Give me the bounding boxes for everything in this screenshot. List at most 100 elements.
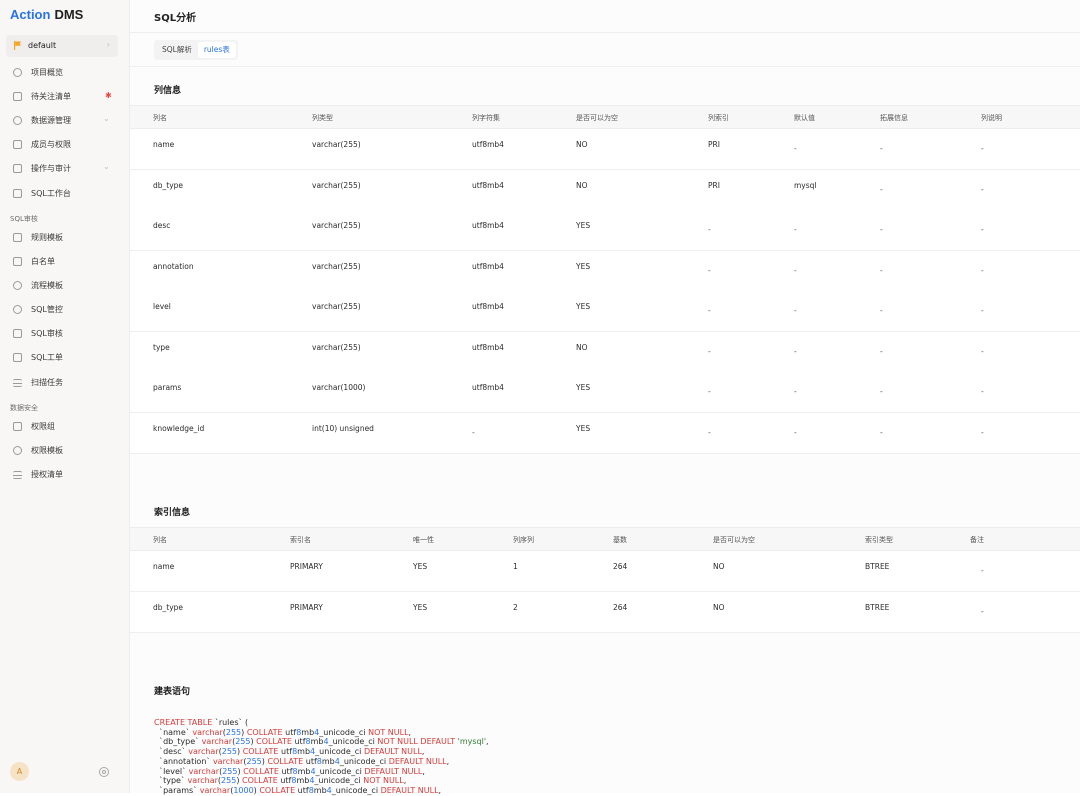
table-cell: - xyxy=(981,184,984,194)
ddl-line: `params` varchar(1000) COLLATE utf8mb4_u… xyxy=(154,785,442,795)
nav-item-project-overview[interactable]: 项目概览 xyxy=(0,63,128,83)
tab-sql-parse[interactable]: SQL解析 xyxy=(156,42,198,58)
nav-item-permission-group[interactable]: 权限组 xyxy=(0,417,128,437)
nav-label: SQL管控 xyxy=(31,305,63,314)
table-cell: varchar(255) xyxy=(312,342,361,352)
table-cell: YES xyxy=(576,261,591,271)
nav-label: SQL工作台 xyxy=(31,189,71,198)
nav-item-operations-audit[interactable]: 操作与审计 ⌄ xyxy=(0,159,128,179)
table-cell: - xyxy=(880,306,883,315)
table-row[interactable]: annotation varchar(255) utf8mb4 YES - - - - xyxy=(130,250,1080,292)
sql-control-icon xyxy=(13,305,22,314)
ddl-line: `name` varchar(255) COLLATE utf8mb4_unic… xyxy=(154,727,412,737)
tab-divider xyxy=(130,66,1080,67)
nav-item-members-permissions[interactable]: 成员与权限 xyxy=(0,135,128,155)
nav-label: 扫描任务 xyxy=(31,378,63,387)
table-cell: - xyxy=(708,387,711,396)
table-cell: name xyxy=(153,562,175,571)
nav-item-watchlist[interactable]: 待关注清单 ✱ xyxy=(0,87,128,107)
table-row[interactable]: db_type PRIMARY YES 2 264 NO BTREE - xyxy=(130,591,1080,633)
table-cell: - xyxy=(981,306,984,315)
table-cell: utf8mb4 xyxy=(472,180,504,190)
project-selector[interactable]: default › xyxy=(6,35,118,57)
section-title-data-security: 数据安全 xyxy=(10,404,38,412)
nav-item-sql-ticket[interactable]: SQL工单 xyxy=(0,348,128,368)
notification-badge: ✱ xyxy=(105,91,112,100)
nav-item-sql-audit[interactable]: SQL审核 xyxy=(0,324,128,344)
table-cell: utf8mb4 xyxy=(472,383,504,392)
nav-label: 权限组 xyxy=(31,422,55,431)
table-cell: - xyxy=(981,265,984,275)
table-cell: utf8mb4 xyxy=(472,140,504,149)
rule-template-icon xyxy=(13,233,22,242)
table-cell: - xyxy=(794,427,797,437)
table-cell: varchar(255) xyxy=(312,302,361,311)
ddl-line: `level` varchar(255) COLLATE utf8mb4_uni… xyxy=(154,766,425,776)
table-cell: - xyxy=(794,225,797,234)
table-cell: 264 xyxy=(613,602,628,612)
columns-table-header: 列名 列类型 列字符集 是否可以为空 列索引 默认值 拓展信息 列说明 xyxy=(130,105,1080,129)
table-cell: - xyxy=(981,346,984,356)
table-row[interactable]: name varchar(255) utf8mb4 NO PRI - - - xyxy=(130,129,1080,170)
audit-icon xyxy=(13,164,22,173)
nav-item-sql-control[interactable]: SQL管控 xyxy=(0,300,128,320)
table-row[interactable]: level varchar(255) utf8mb4 YES - - - - xyxy=(130,291,1080,332)
chevron-down-icon[interactable]: ⌄ xyxy=(103,162,110,171)
table-row[interactable]: knowledge_id int(10) unsigned - YES - - - - xyxy=(130,412,1080,454)
table-cell: varchar(255) xyxy=(312,140,361,149)
tab-bar: SQL解析 rules表 xyxy=(154,40,238,60)
members-icon xyxy=(13,140,22,149)
column-header: 列序列 xyxy=(513,536,534,544)
table-cell: desc xyxy=(153,221,171,230)
settings-icon[interactable] xyxy=(99,767,109,777)
table-cell: name xyxy=(153,140,175,149)
table-cell: - xyxy=(981,427,984,437)
nav-label: SQL审核 xyxy=(31,329,63,338)
nav-item-scan-task[interactable]: 扫描任务 xyxy=(0,373,128,393)
chevron-right-icon: › xyxy=(106,40,110,49)
table-row[interactable]: type varchar(255) utf8mb4 NO - - - - xyxy=(130,331,1080,373)
table-cell: - xyxy=(880,265,883,275)
datasource-icon xyxy=(13,116,22,125)
nav-label: 项目概览 xyxy=(31,68,63,77)
user-avatar[interactable]: A xyxy=(10,762,29,781)
table-cell: varchar(255) xyxy=(312,180,361,190)
table-cell: db_type xyxy=(153,602,184,612)
table-row[interactable]: params varchar(1000) utf8mb4 YES - - - - xyxy=(130,372,1080,413)
nav-item-datasource-management[interactable]: 数据源管理 ⌄ xyxy=(0,111,128,131)
table-cell: NO xyxy=(713,602,725,612)
table-cell: PRIMARY xyxy=(290,562,323,571)
nav-label: 数据源管理 xyxy=(31,116,71,125)
workflow-icon xyxy=(13,281,22,290)
table-cell: params xyxy=(153,383,182,392)
table-row[interactable]: name PRIMARY YES 1 264 NO BTREE - xyxy=(130,551,1080,592)
nav-item-whitelist[interactable]: 白名单 xyxy=(0,252,128,272)
table-row[interactable]: db_type varchar(255) utf8mb4 NO PRI mysql - - xyxy=(130,169,1080,211)
nav-item-authorization-list[interactable]: 授权清单 xyxy=(0,465,128,485)
table-cell: varchar(255) xyxy=(312,261,361,271)
workbench-icon xyxy=(13,189,22,198)
table-row[interactable]: desc varchar(255) utf8mb4 YES - - - - xyxy=(130,210,1080,251)
table-cell: - xyxy=(708,346,711,356)
table-cell: - xyxy=(981,566,984,575)
app-logo[interactable]: Action DMS xyxy=(10,7,83,22)
column-header: 列索引 xyxy=(708,114,729,122)
table-cell: YES xyxy=(413,602,428,612)
nav-item-sql-workbench[interactable]: SQL工作台 xyxy=(0,184,128,204)
column-header: 唯一性 xyxy=(413,536,434,544)
column-header: 列字符集 xyxy=(472,114,500,122)
nav-item-permission-template[interactable]: 权限模板 xyxy=(0,441,128,461)
table-cell: annotation xyxy=(153,261,194,271)
column-header: 备注 xyxy=(970,536,984,544)
scan-task-icon xyxy=(13,379,22,387)
table-cell: utf8mb4 xyxy=(472,221,504,230)
column-header: 列说明 xyxy=(981,114,1002,122)
table-cell: YES xyxy=(576,221,591,230)
tab-rules-table[interactable]: rules表 xyxy=(197,42,236,58)
table-cell: - xyxy=(880,346,883,356)
table-cell: - xyxy=(981,606,984,616)
nav-item-rule-template[interactable]: 规则模板 xyxy=(0,228,128,248)
flag-icon xyxy=(14,41,21,50)
nav-item-workflow-template[interactable]: 流程模板 xyxy=(0,276,128,296)
chevron-down-icon[interactable]: ⌄ xyxy=(103,114,110,123)
